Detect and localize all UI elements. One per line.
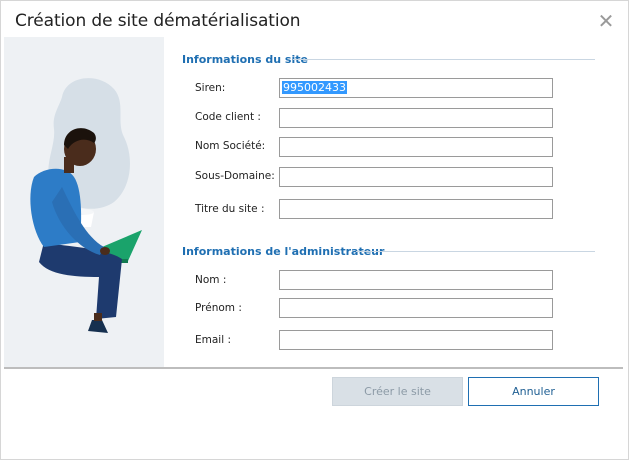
siren-input[interactable]: 995002433 xyxy=(279,78,553,98)
cancel-button[interactable]: Annuler xyxy=(468,377,599,406)
section-divider xyxy=(356,251,595,252)
nom-input[interactable] xyxy=(279,270,553,290)
section-divider xyxy=(293,59,595,60)
email-input[interactable] xyxy=(279,330,553,350)
section-title-site: Informations du site xyxy=(182,53,308,66)
sous-domaine-label: Sous-Domaine: xyxy=(195,170,275,182)
nom-societe-input[interactable] xyxy=(279,137,553,157)
close-icon[interactable]: ✕ xyxy=(597,12,615,32)
section-title-admin: Informations de l'administrateur xyxy=(182,245,385,258)
footer-divider xyxy=(4,367,623,369)
nom-label: Nom : xyxy=(195,274,227,286)
dialog-window: Création de site dématérialisation ✕ Inf… xyxy=(0,0,629,460)
shoe xyxy=(88,320,108,333)
titre-site-label: Titre du site : xyxy=(195,203,265,215)
email-label: Email : xyxy=(195,334,232,346)
prenom-label: Prénom : xyxy=(195,302,242,314)
titre-site-input[interactable] xyxy=(279,199,553,219)
code-client-label: Code client : xyxy=(195,111,261,123)
person-with-laptop-illustration xyxy=(30,78,142,333)
illustration-panel xyxy=(4,37,164,367)
sous-domaine-input[interactable] xyxy=(279,167,553,187)
code-client-input[interactable] xyxy=(279,108,553,128)
create-site-button[interactable]: Créer le site xyxy=(332,377,463,406)
legs xyxy=(39,242,122,319)
siren-label: Siren: xyxy=(195,82,226,94)
dialog-title: Création de site dématérialisation xyxy=(15,11,301,31)
prenom-input[interactable] xyxy=(279,298,553,318)
siren-value: 995002433 xyxy=(282,81,347,94)
nom-societe-label: Nom Société: xyxy=(195,140,266,152)
